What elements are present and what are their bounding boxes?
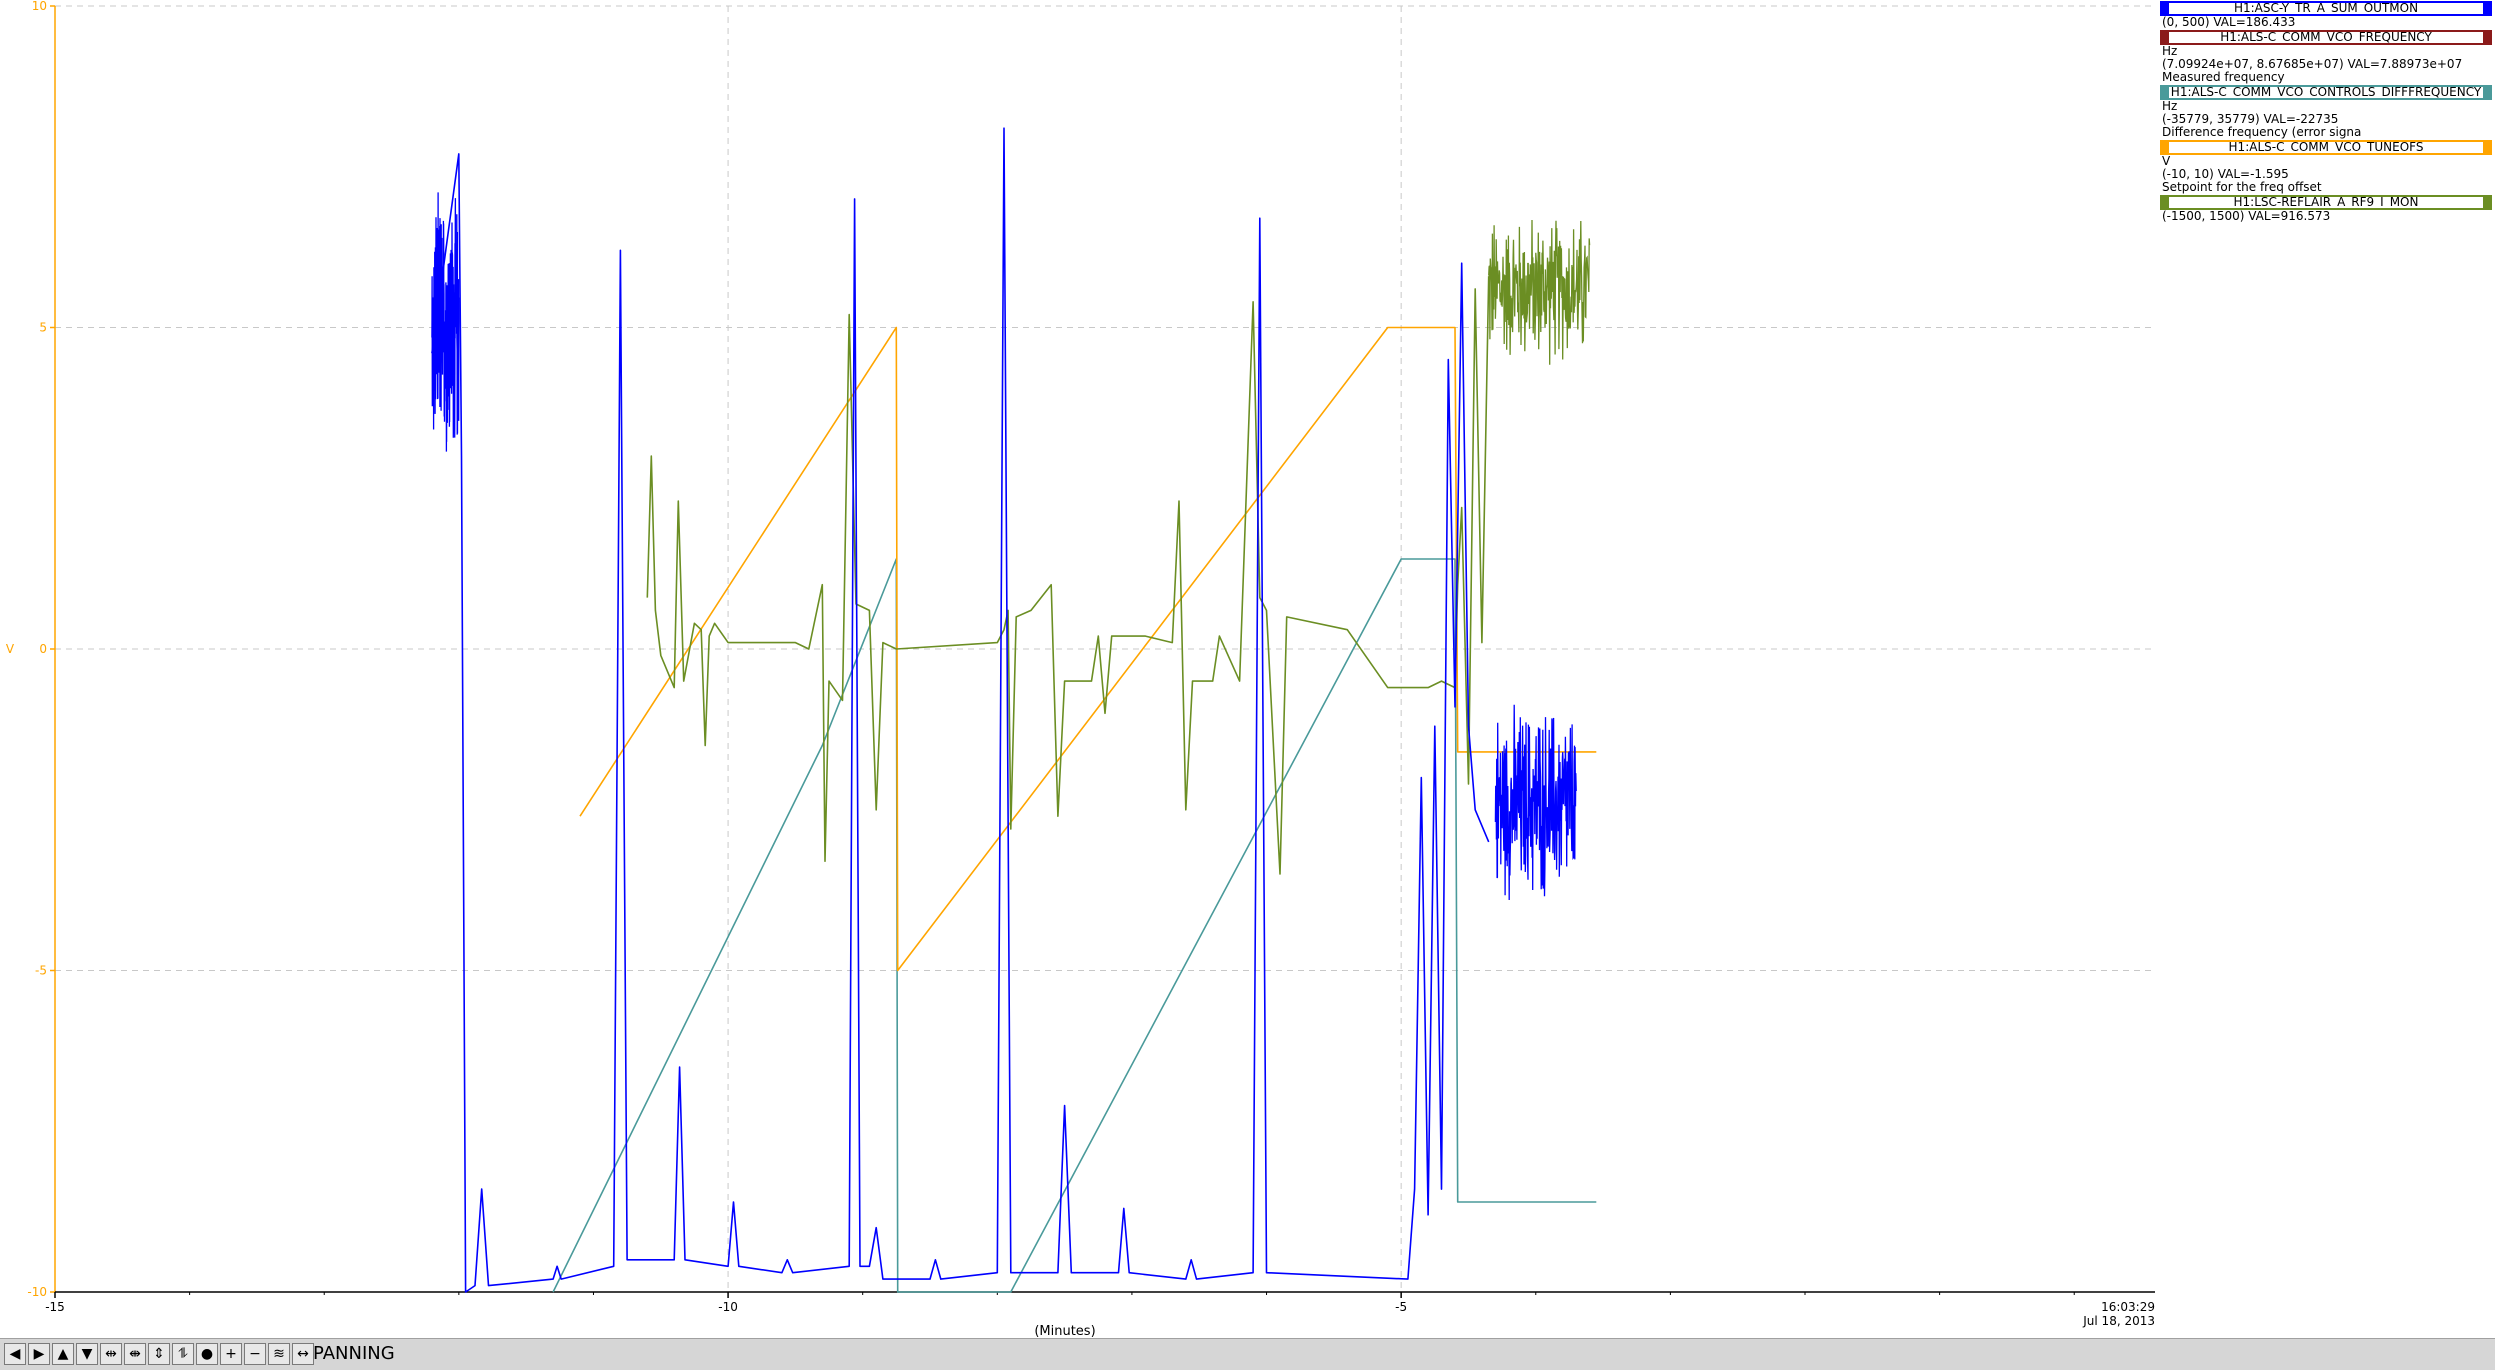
pan-mode-icon: ↔ <box>297 1346 309 1362</box>
y-tick-label: 5 <box>39 321 47 335</box>
legend-range: (-10, 10) <box>2162 167 2214 181</box>
pan-left-button[interactable]: ◀ <box>4 1343 26 1365</box>
series-line <box>431 127 1490 1293</box>
x-tick-label: -5 <box>1395 1300 1407 1314</box>
pan-down-button[interactable]: ▼ <box>76 1343 98 1365</box>
shrink-x-button[interactable]: ⇼ <box>124 1343 146 1365</box>
toolbar: PANNING ◀ ▶ ▲ ▼ ⇹ ⇼ ⇕ ⥮ ● + − ≋ ↔ <box>0 1338 2495 1370</box>
reset-icon: ● <box>200 1346 214 1362</box>
series-noise-0 <box>1488 219 1591 365</box>
legend-channel-name[interactable]: H1:ALS-C_COMM_VCO_FREQUENCY <box>2160 30 2492 45</box>
expand-horizontal-icon: ⇹ <box>105 1346 117 1362</box>
pan-mode-button[interactable]: ↔ <box>292 1343 314 1365</box>
legend-channel-name[interactable]: H1:LSC-REFLAIR_A_RF9_I_MON <box>2160 195 2492 210</box>
legend-value: VAL=7.88973e+07 <box>2347 57 2463 71</box>
timestamp-time: 16:03:29 <box>2101 1300 2155 1314</box>
legend-description: Measured frequency <box>2162 70 2285 84</box>
legend-range: (-35779, 35779) <box>2162 112 2260 126</box>
x-tick-label: -10 <box>718 1300 738 1314</box>
expand-y-button[interactable]: ⇕ <box>148 1343 170 1365</box>
legend-value: VAL=-1.595 <box>2217 167 2289 181</box>
y-tick-label: 0 <box>39 642 47 656</box>
legend-range: (7.09924e+07, 8.67685e+07) <box>2162 57 2344 71</box>
shrink-vertical-icon: ⥮ <box>177 1346 189 1362</box>
legend-description: Difference frequency (error signa <box>2162 125 2362 139</box>
strip-chart[interactable]: 1050-5-10-15 -10 -5(Minutes)V16:03:29Jul 1… <box>0 0 2160 1369</box>
series-H1:ALS-C_COMM_VCO_CONTROLS_DIFFFREQUENCY <box>552 558 1597 1293</box>
y-axis-label: V <box>6 642 15 656</box>
autoscale-icon: ≋ <box>273 1346 285 1362</box>
legend: H1:ASC-Y_TR_A_SUM_OUTMON (0, 500) VAL=186… <box>2160 0 2495 1320</box>
shrink-y-button[interactable]: ⥮ <box>172 1343 194 1365</box>
zoom-in-icon: + <box>225 1346 237 1362</box>
legend-entry[interactable]: H1:ALS-C_COMM_VCO_TUNEOFS V (-10, 10) VAL=… <box>2160 140 2495 194</box>
series-H1:ASC-Y_TR_A_SUM_OUTMON <box>431 127 1577 1293</box>
autoscale-button[interactable]: ≋ <box>268 1343 290 1365</box>
x-axis-label: (Minutes) <box>1034 1324 1095 1339</box>
expand-x-button[interactable]: ⇹ <box>100 1343 122 1365</box>
arrow-up-icon: ▲ <box>57 1346 69 1362</box>
expand-vertical-icon: ⇕ <box>153 1346 165 1362</box>
legend-channel-name[interactable]: H1:ASC-Y_TR_A_SUM_OUTMON <box>2160 1 2492 16</box>
arrow-left-icon: ◀ <box>9 1346 21 1362</box>
legend-range-value: (-1500, 1500) VAL=916.573 <box>2160 210 2495 223</box>
timestamp-date: Jul 18, 2013 <box>2082 1314 2155 1328</box>
arrow-down-icon: ▼ <box>81 1346 93 1362</box>
legend-entry[interactable]: H1:LSC-REFLAIR_A_RF9_I_MON (-1500, 1500) … <box>2160 195 2495 223</box>
legend-value: VAL=916.573 <box>2248 209 2331 223</box>
pan-up-button[interactable]: ▲ <box>52 1343 74 1365</box>
legend-channel-name[interactable]: H1:ALS-C_COMM_VCO_TUNEOFS <box>2160 140 2492 155</box>
zoom-out-icon: − <box>249 1346 261 1362</box>
zoom-out-button[interactable]: − <box>244 1343 266 1365</box>
shrink-horizontal-icon: ⇼ <box>129 1346 141 1362</box>
pan-right-button[interactable]: ▶ <box>28 1343 50 1365</box>
legend-value: VAL=-22735 <box>2263 112 2339 126</box>
legend-range-value: (0, 500) VAL=186.433 <box>2160 16 2495 29</box>
series-noise-1 <box>1494 704 1577 901</box>
reset-button[interactable]: ● <box>196 1343 218 1365</box>
legend-value: VAL=186.433 <box>2213 15 2296 29</box>
series-line <box>646 276 1490 875</box>
legend-entry[interactable]: H1:ALS-C_COMM_VCO_FREQUENCY Hz (7.09924e+0… <box>2160 30 2495 84</box>
legend-description: Setpoint for the freq offset <box>2162 180 2322 194</box>
series-H1:LSC-REFLAIR_A_RF9_I_MON <box>646 219 1591 875</box>
legend-entry[interactable]: H1:ALS-C_COMM_VCO_CONTROLS_DIFFFREQUENCY… <box>2160 85 2495 139</box>
y-tick-label: 10 <box>32 0 47 13</box>
mode-label: PANNING <box>313 1343 395 1364</box>
series-line <box>552 558 1597 1293</box>
x-tick-label: -15 <box>45 1300 65 1314</box>
arrow-right-icon: ▶ <box>33 1346 45 1362</box>
legend-channel-name[interactable]: H1:ALS-C_COMM_VCO_CONTROLS_DIFFFREQUENCY <box>2160 85 2492 100</box>
legend-range: (0, 500) <box>2162 15 2210 29</box>
zoom-in-button[interactable]: + <box>220 1343 242 1365</box>
y-tick-label: -10 <box>27 1285 47 1299</box>
legend-entry[interactable]: H1:ASC-Y_TR_A_SUM_OUTMON (0, 500) VAL=186… <box>2160 1 2495 29</box>
y-tick-label: -5 <box>35 964 47 978</box>
legend-range: (-1500, 1500) <box>2162 209 2245 223</box>
